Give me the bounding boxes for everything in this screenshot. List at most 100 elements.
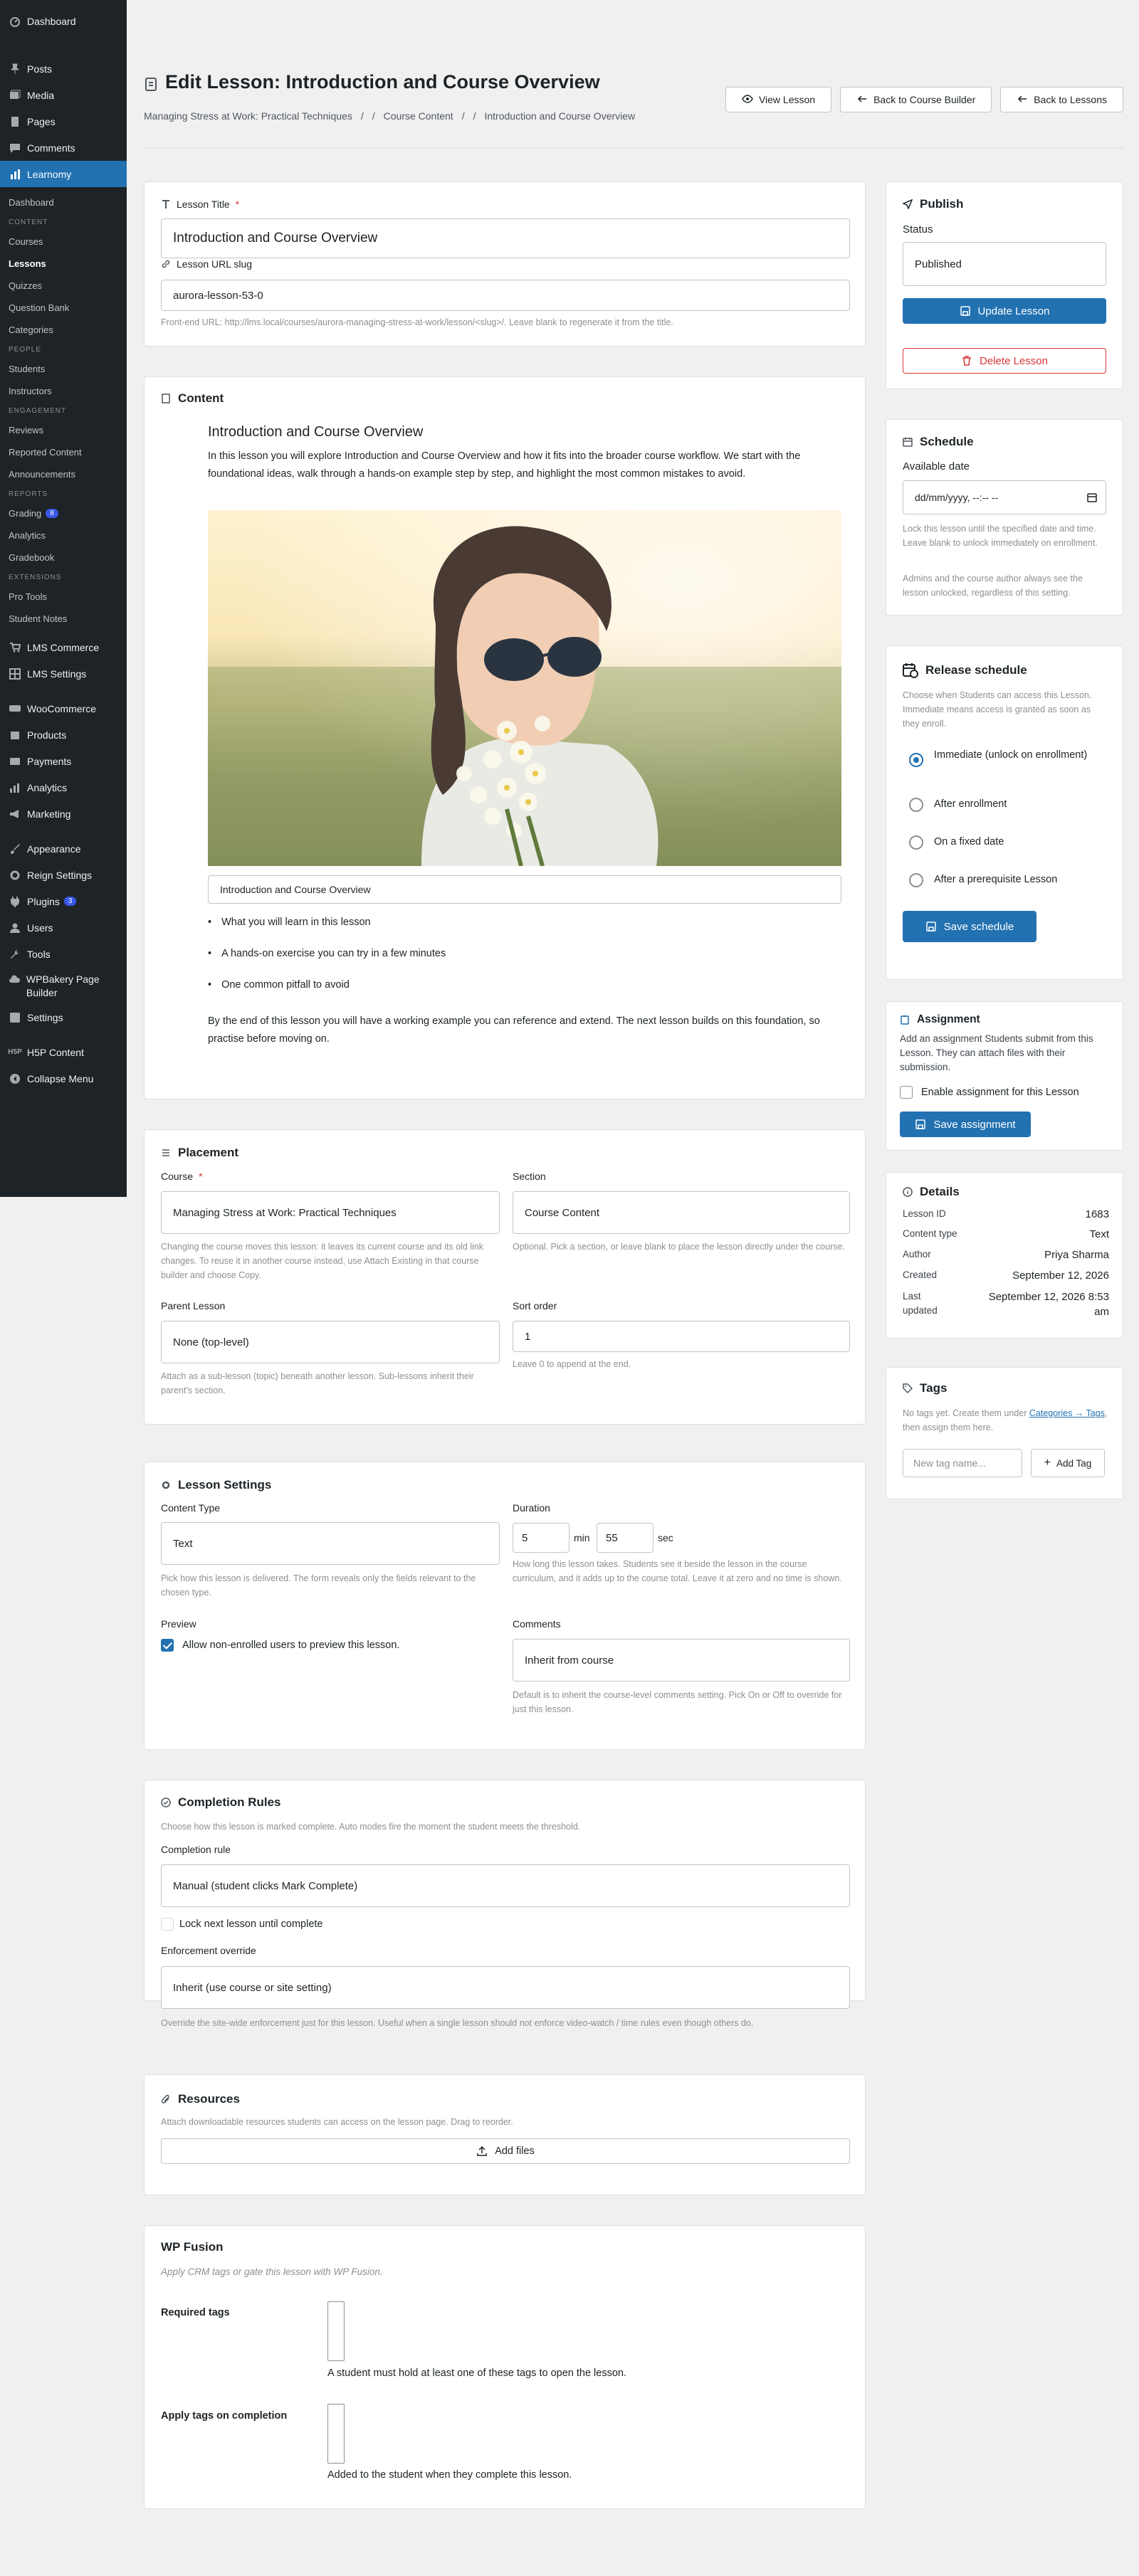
save-schedule-button[interactable]: Save schedule [903,911,1036,942]
content-type-label: Content Type [161,1502,221,1514]
collapse-menu-button[interactable]: Collapse Menu [0,1065,127,1092]
detail-row: Last updated September 12, 2026 8:53 am [903,1291,1109,1318]
sidebar-item-products[interactable]: Products [0,722,127,748]
sidebar-item-settings[interactable]: Settings [0,1004,127,1030]
sidebar-item-media[interactable]: Media [0,82,127,108]
release-option-after-enrollment[interactable] [909,798,923,812]
course-select[interactable]: Managing Stress at Work: Practical Techn… [161,1191,500,1234]
sidebar-sub-courses[interactable]: Courses [0,231,127,253]
release-help: Choose when Students can access this Les… [903,690,1092,729]
bar-chart-icon [9,781,21,794]
sidebar-sub-instructors[interactable]: Instructors [0,380,127,402]
back-to-lessons-button[interactable]: Back to Lessons [1000,87,1123,112]
sidebar-sub-students[interactable]: Students [0,358,127,380]
sidebar-item-posts[interactable]: Posts [0,56,127,82]
enforcement-select[interactable]: Inherit (use course or site setting) [161,1966,850,2009]
sidebar-sub-gradebook[interactable]: Gradebook [0,547,127,569]
sidebar-sub-dashboard[interactable]: Dashboard [0,191,127,213]
sidebar-item-plugins[interactable]: Plugins 3 [0,888,127,914]
breadcrumb-section[interactable]: Course Content [384,110,453,122]
arrow-left-icon [856,93,868,107]
wpfusion-heading: WP Fusion [161,2240,224,2254]
sidebar-item-dashboard[interactable]: Dashboard [0,8,127,34]
apply-tags-select[interactable] [327,2404,345,2464]
sidebar-item-lms-commerce[interactable]: LMS Commerce [0,634,127,660]
add-tag-button[interactable]: + Add Tag [1031,1449,1105,1477]
sliders-icon [9,1011,21,1024]
status-select[interactable]: Published [903,242,1106,286]
user-icon [9,922,21,934]
sidebar-sub-question-bank[interactable]: Question Bank [0,297,127,319]
sidebar-item-marketing[interactable]: Marketing [0,801,127,827]
grid-icon [9,667,21,680]
sidebar-sub-quizzes[interactable]: Quizzes [0,275,127,297]
release-option-immediate[interactable] [909,753,923,767]
sidebar-item-lms-settings[interactable]: LMS Settings [0,660,127,687]
sidebar-sub-announcements[interactable]: Announcements [0,463,127,485]
sidebar-item-appearance[interactable]: Appearance [0,835,127,862]
release-option-label: After a prerequisite Lesson [934,874,1058,885]
section-select[interactable]: Course Content [513,1191,850,1234]
sidebar-sub-reported[interactable]: Reported Content [0,441,127,463]
save-icon [960,305,971,317]
completion-rule-select[interactable]: Manual (student clicks Mark Complete) [161,1864,850,1907]
duration-minutes-input[interactable]: 5 [513,1523,570,1553]
save-assignment-button[interactable]: Save assignment [900,1112,1031,1137]
lock-next-checkbox[interactable] [161,1918,174,1931]
resources-card [144,2074,866,2195]
sidebar-sub-pro-tools[interactable]: Pro Tools [0,586,127,608]
lesson-title-input[interactable]: Introduction and Course Overview [161,218,850,258]
sidebar-item-h5p[interactable]: H5P H5P Content [0,1039,127,1065]
save-icon [915,1119,926,1130]
detail-row: Created September 12, 2026 [903,1269,1109,1282]
lesson-bullets: • What you will learn in this lesson • A h… [208,917,820,1010]
comments-select[interactable]: Inherit from course [513,1639,850,1682]
sidebar-section-extensions: EXTENSIONS [9,573,62,581]
preview-checkbox[interactable] [161,1639,174,1652]
parent-lesson-help: Attach as a sub-lesson (topic) beneath a… [161,1371,474,1395]
new-tag-input[interactable]: New tag name... [903,1449,1022,1477]
duration-seconds-input[interactable]: 55 [597,1523,654,1553]
lesson-content-heading: Introduction and Course Overview [208,424,424,440]
sidebar-item-payments[interactable]: Payments [0,748,127,774]
sidebar-item-wpbakery[interactable]: WPBakery Page Builder [0,967,127,1004]
enable-assignment-checkbox[interactable] [900,1086,913,1099]
duration-label: Duration [513,1502,550,1514]
sidebar-sub-lessons[interactable]: Lessons [0,253,127,275]
required-tags-label: Required tags [161,2307,230,2318]
header-actions: View Lesson Back to Course Builder Back … [725,87,1123,112]
sidebar-item-tools[interactable]: Tools [0,941,127,967]
gear-icon [161,1480,171,1490]
release-option-prerequisite[interactable] [909,873,923,887]
lesson-title-label: Lesson Title * [161,199,239,210]
sort-order-input[interactable]: 1 [513,1321,850,1352]
sidebar-sub-categories[interactable]: Categories [0,319,127,341]
content-type-select[interactable]: Text [161,1522,500,1565]
sidebar-item-reign-settings[interactable]: Reign Settings [0,862,127,888]
breadcrumb-course[interactable]: Managing Stress at Work: Practical Techn… [144,110,352,122]
delete-lesson-button[interactable]: Delete Lesson [903,348,1106,374]
sidebar-item-learnomy[interactable]: Learnomy [0,161,127,187]
sidebar-sub-reviews[interactable]: Reviews [0,419,127,441]
available-date-input[interactable]: dd/mm/yyyy, --:-- -- [903,480,1106,514]
release-option-fixed-date[interactable] [909,835,923,850]
parent-lesson-select[interactable]: None (top-level) [161,1321,500,1363]
add-files-button[interactable]: Add files [161,2138,850,2164]
sidebar-sub-student-notes[interactable]: Student Notes [0,608,127,630]
image-caption[interactable]: Introduction and Course Overview [208,875,841,904]
slug-input[interactable]: aurora-lesson-53-0 [161,280,850,311]
sidebar-item-users[interactable]: Users [0,914,127,941]
sidebar-item-woocommerce[interactable]: WooCommerce [0,695,127,722]
lesson-image[interactable] [208,510,841,866]
view-lesson-button[interactable]: View Lesson [725,87,832,112]
sidebar-item-analytics[interactable]: Analytics [0,774,127,801]
back-to-builder-button[interactable]: Back to Course Builder [840,87,992,112]
required-tags-select[interactable] [327,2301,345,2361]
update-lesson-button[interactable]: Update Lesson [903,298,1106,324]
sidebar-sub-analytics[interactable]: Analytics [0,524,127,547]
sidebar-item-pages[interactable]: Pages [0,108,127,134]
sidebar-sub-grading[interactable]: Grading 8 [0,502,127,524]
categories-tags-link[interactable]: Categories → Tags [1029,1408,1105,1418]
calendar-picker-icon[interactable] [1087,492,1097,502]
sidebar-item-comments[interactable]: Comments [0,134,127,161]
